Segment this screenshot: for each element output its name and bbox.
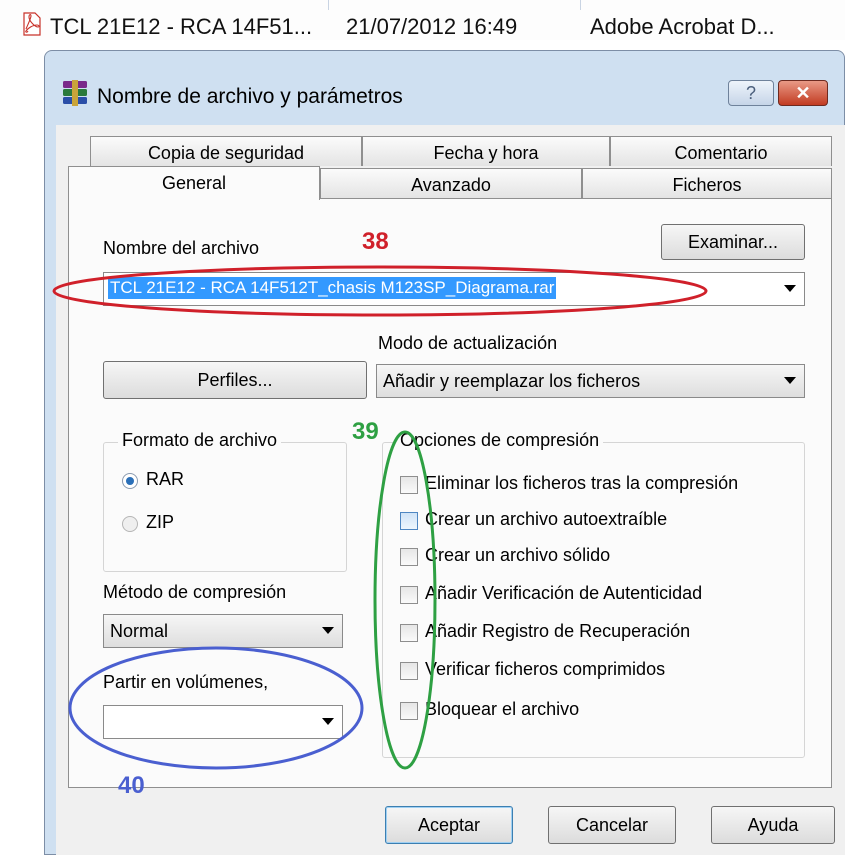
option-lock-label[interactable]: Bloquear el archivo [425, 699, 579, 720]
winrar-icon [63, 80, 87, 106]
update-mode-value: Añadir y reemplazar los ficheros [383, 371, 641, 391]
file-type: Adobe Acrobat D... [590, 14, 775, 39]
option-delete-files-label[interactable]: Eliminar los ficheros tras la compresión [425, 473, 738, 494]
compression-method-value: Normal [110, 621, 169, 641]
rar-radio[interactable] [122, 473, 138, 489]
zip-label[interactable]: ZIP [146, 512, 174, 533]
option-sfx-label[interactable]: Crear un archivo autoextraíble [425, 509, 667, 530]
profiles-button[interactable]: Perfiles... [103, 361, 367, 399]
archive-format-group [103, 442, 347, 572]
help-title-button[interactable]: ? [728, 80, 774, 106]
column-separator [580, 0, 581, 10]
tab-comment[interactable]: Comentario [610, 136, 832, 166]
close-button[interactable]: ✕ [778, 80, 828, 106]
tab-date-time[interactable]: Fecha y hora [362, 136, 610, 166]
column-separator [328, 0, 329, 10]
chevron-down-icon[interactable] [322, 718, 334, 725]
option-test-files-label[interactable]: Verificar ficheros comprimidos [425, 659, 665, 680]
zip-radio[interactable] [122, 516, 138, 532]
tab-files[interactable]: Ficheros [582, 168, 832, 198]
option-checkbox[interactable] [400, 624, 418, 642]
tab-backup[interactable]: Copia de seguridad [90, 136, 362, 166]
annotation-number-40: 40 [118, 772, 145, 799]
archive-name-label: Nombre del archivo [103, 238, 260, 258]
archive-format-title: Formato de archivo [118, 430, 282, 451]
split-volumes-label: Partir en volúmenes, [103, 672, 269, 692]
chevron-down-icon[interactable] [784, 377, 796, 384]
rar-label[interactable]: RAR [146, 469, 184, 490]
option-checkbox[interactable] [400, 512, 418, 530]
file-name[interactable]: TCL 21E12 - RCA 14F51... [50, 14, 312, 40]
option-authenticity-label[interactable]: Añadir Verificación de Autenticidad [425, 583, 702, 604]
archive-name-combobox[interactable]: TCL 21E12 - RCA 14F512T_chasis M123SP_Di… [103, 272, 805, 306]
update-mode-select[interactable]: Añadir y reemplazar los ficheros [376, 364, 805, 398]
tab-general[interactable]: General [68, 166, 320, 200]
annotation-number-38: 38 [362, 228, 389, 255]
chevron-down-icon[interactable] [784, 285, 796, 292]
split-volumes-combobox[interactable] [103, 705, 343, 739]
option-solid-label[interactable]: Crear un archivo sólido [425, 545, 610, 566]
tab-advanced[interactable]: Avanzado [320, 168, 582, 198]
browse-button[interactable]: Examinar... [661, 224, 805, 260]
annotation-number-39: 39 [352, 418, 379, 445]
dialog-title: Nombre de archivo y parámetros [97, 85, 403, 108]
file-date: 21/07/2012 16:49 [346, 14, 518, 39]
chevron-down-icon[interactable] [322, 627, 334, 634]
ok-button[interactable]: Aceptar [385, 806, 513, 844]
option-checkbox[interactable] [400, 476, 418, 494]
archive-name-value[interactable]: TCL 21E12 - RCA 14F512T_chasis M123SP_Di… [108, 277, 557, 299]
option-checkbox[interactable] [400, 662, 418, 680]
pdf-file-icon [23, 12, 41, 36]
compression-method-select[interactable]: Normal [103, 614, 343, 648]
option-checkbox[interactable] [400, 548, 418, 566]
help-button[interactable]: Ayuda [711, 806, 835, 844]
option-checkbox[interactable] [400, 702, 418, 720]
compression-options-title: Opciones de compresión [396, 430, 604, 451]
compression-method-label: Método de compresión [103, 582, 287, 602]
option-checkbox[interactable] [400, 586, 418, 604]
option-recovery-label[interactable]: Añadir Registro de Recuperación [425, 621, 690, 642]
cancel-button[interactable]: Cancelar [548, 806, 676, 844]
update-mode-label: Modo de actualización [378, 333, 558, 353]
